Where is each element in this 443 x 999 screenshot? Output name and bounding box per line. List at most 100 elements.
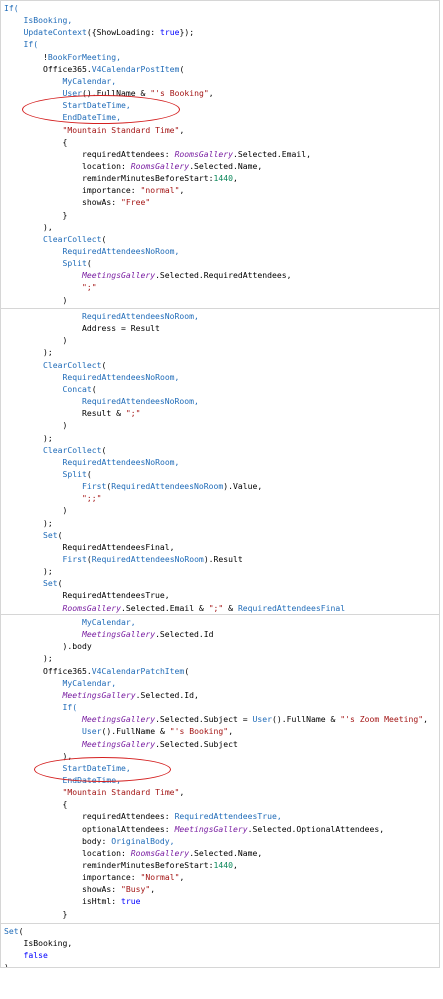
code-token: );: [4, 347, 53, 358]
code-token: "'s Zoom Meeting": [340, 714, 424, 725]
code-token: (: [18, 926, 24, 936]
code-token: .Selected.OptionalAttendees,: [247, 823, 385, 834]
code-token: Office365.: [42, 63, 92, 74]
code-line: );: [1, 346, 439, 358]
code-line: Result & ";": [1, 407, 439, 419]
code-line: location: RoomsGallery.Selected.Name,: [1, 847, 439, 859]
code-token: (: [57, 578, 63, 589]
code-token: MeetingsGallery: [81, 270, 156, 281]
code-line: requiredAttendees: RequiredAttendeesTrue…: [1, 810, 439, 822]
code-token: (: [184, 665, 190, 676]
code-token: .Selected.Name,: [189, 847, 263, 858]
code-token: optionalAttendees:: [4, 823, 175, 834]
code-token: showAs:: [4, 197, 121, 208]
code-token: ,: [423, 714, 428, 725]
code-token: User: [252, 714, 273, 725]
code-line: If(: [1, 38, 439, 50]
code-line: ),: [1, 221, 439, 233]
code-token: V4CalendarPostItem: [91, 63, 180, 74]
code-line: importance: "normal",: [1, 184, 439, 196]
code-line: ClearCollect(: [1, 444, 439, 456]
code-token: ): [4, 962, 9, 968]
code-token: ().FullName &: [101, 726, 170, 737]
code-panel-3: MyCalendar, MeetingsGallery.Selected.Id …: [0, 614, 440, 927]
code-line: Set(: [1, 925, 439, 937]
code-token: body:: [4, 835, 112, 846]
code-token: ),: [4, 750, 73, 761]
code-line: StartDateTime,: [1, 762, 439, 774]
code-token: (: [86, 258, 92, 269]
code-line: Concat(: [1, 383, 439, 395]
code-token: IsBooking,: [4, 938, 73, 949]
code-token: ): [4, 294, 68, 305]
code-token: RoomsGallery: [174, 148, 234, 159]
code-token: If(: [62, 702, 78, 713]
code-token: MeetingsGallery: [174, 823, 248, 834]
code-token: ),: [4, 221, 53, 232]
code-token: "'s Booking": [169, 726, 229, 737]
code-token: }: [4, 209, 68, 220]
code-line: MeetingsGallery.Selected.Subject = User(…: [1, 713, 439, 725]
code-token: ";": [125, 408, 141, 419]
code-token: ClearCollect: [42, 444, 102, 455]
code-line: ),: [1, 750, 439, 762]
code-line: Split(: [1, 468, 439, 480]
code-token: MeetingsGallery: [81, 714, 156, 725]
code-token: .Selected.Subject =: [155, 714, 253, 725]
code-token: (: [101, 444, 107, 455]
code-token: "Mountain Standard Time": [62, 787, 180, 798]
code-token: First: [81, 481, 107, 492]
code-token: .Selected.RequiredAttendees,: [155, 270, 292, 281]
code-token: 1440: [213, 173, 234, 184]
code-token: ";;": [81, 493, 102, 504]
code-line: ClearCollect(: [1, 233, 439, 245]
code-line: MeetingsGallery.Selected.Id,: [1, 689, 439, 701]
code-line: ): [1, 504, 439, 516]
code-token: MyCalendar,: [81, 617, 136, 627]
code-token: RequiredAttendeesNoRoom,: [62, 456, 180, 467]
code-token: true: [159, 27, 180, 38]
code-token: ,: [228, 726, 234, 737]
code-token: V4CalendarPatchItem: [91, 665, 185, 676]
code-line: Office365.V4CalendarPostItem(: [1, 63, 439, 75]
code-line: If(: [1, 701, 439, 713]
code-token: (: [179, 63, 185, 74]
code-token: RequiredAttendeesTrue,: [4, 590, 170, 601]
code-token: ,: [179, 185, 185, 196]
code-token: reminderMinutesBeforeStart:: [4, 173, 214, 184]
code-token: Office365.: [42, 665, 92, 676]
code-token: });: [179, 27, 195, 38]
code-token: location:: [4, 847, 131, 858]
code-token: ).Value,: [223, 481, 263, 492]
code-token: .Selected.Id: [155, 629, 214, 640]
code-token: User: [62, 88, 82, 99]
code-token: "Busy": [120, 884, 151, 895]
code-token: ClearCollect: [42, 359, 102, 370]
code-line: );: [1, 565, 439, 577]
code-line: importance: "Normal",: [1, 871, 439, 883]
code-line: RequiredAttendeesNoRoom,: [1, 395, 439, 407]
code-line: reminderMinutesBeforeStart:1440,: [1, 859, 439, 871]
code-line: "Mountain Standard Time",: [1, 786, 439, 798]
code-token: RoomsGallery: [130, 847, 190, 858]
code-line: RoomsGallery.Selected.Email & ";" & Requ…: [1, 602, 439, 614]
code-token: ,: [233, 173, 238, 184]
code-line: Office365.V4CalendarPatchItem(: [1, 665, 439, 677]
code-token: ({ShowLoading:: [86, 27, 160, 38]
code-line: !BookForMeeting,: [1, 51, 439, 63]
code-line: User().FullName & "'s Booking",: [1, 725, 439, 737]
